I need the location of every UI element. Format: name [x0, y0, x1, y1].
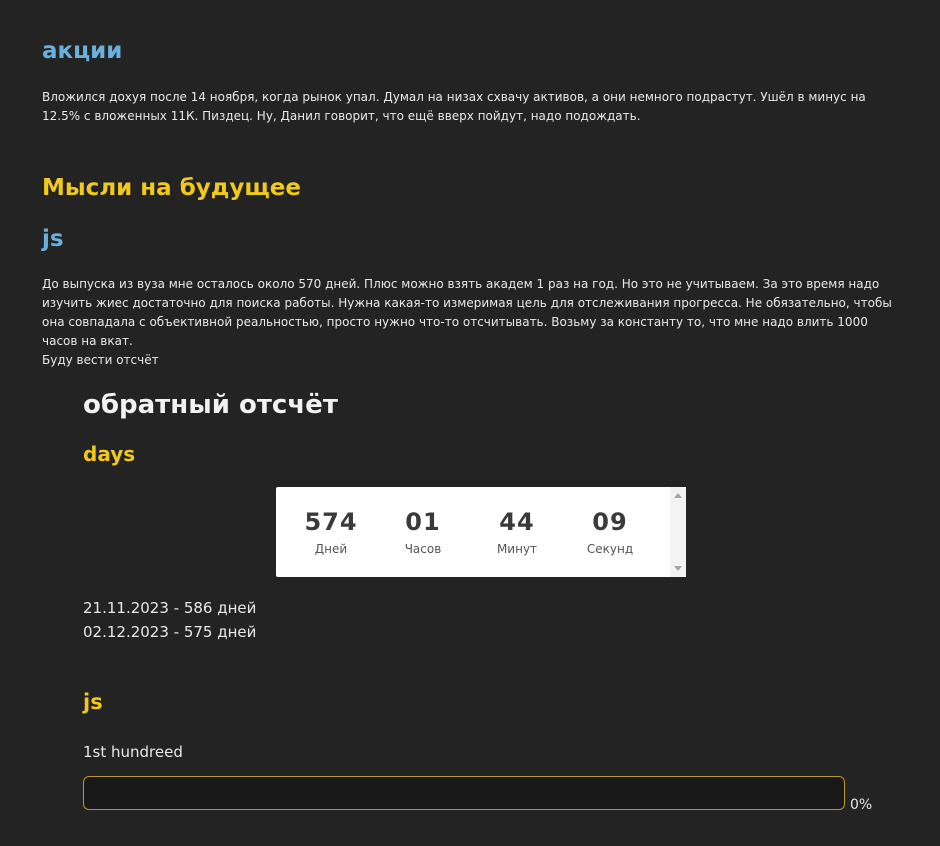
countdown-seconds: 09 Секунд — [565, 507, 655, 556]
countdown-days-value: 574 — [304, 508, 358, 536]
countdown-days-label: Дней — [314, 542, 348, 556]
progress-heading: js — [83, 690, 103, 714]
countdown-hours-label: Часов — [404, 542, 442, 556]
countdown-seconds-value: 09 — [592, 508, 628, 536]
countdown-minutes: 44 Минут — [472, 507, 562, 556]
scroll-down-arrow-icon[interactable] — [674, 566, 682, 571]
countdown-seconds-label: Секунд — [586, 542, 634, 556]
future-paragraph: До выпуска из вуза мне осталось около 57… — [42, 277, 892, 348]
progress-percent: 0% — [850, 797, 873, 813]
countdown-minutes-label: Минут — [496, 542, 538, 556]
countdown-title: обратный отсчёт — [83, 390, 338, 420]
countdown-hours-value: 01 — [405, 508, 441, 536]
stocks-heading: акции — [42, 38, 123, 64]
stocks-paragraph: Вложился дохуя после 14 ноября, когда ры… — [42, 90, 866, 123]
countdown-minutes-value: 44 — [499, 508, 535, 536]
countdown-log-entry: 21.11.2023 - 586 дней — [83, 599, 257, 617]
countdown-subtitle: days — [83, 442, 136, 466]
progress-label: 1st hundreed — [83, 743, 183, 761]
countdown-days: 574 Дней — [286, 507, 376, 556]
js-heading: js — [42, 226, 64, 252]
scroll-up-arrow-icon[interactable] — [674, 493, 682, 498]
countdown-widget: 574 Дней 01 Часов 44 Минут 09 Секунд — [276, 487, 686, 577]
note-page: акции Вложился дохуя после 14 ноября, ко… — [0, 0, 940, 846]
countdown-note: Буду вести отсчёт — [42, 353, 159, 367]
countdown-log-entry: 02.12.2023 - 575 дней — [83, 623, 257, 641]
future-heading: Мысли на будущее — [42, 175, 301, 201]
countdown-hours: 01 Часов — [378, 507, 468, 556]
progress-bar — [83, 776, 845, 810]
widget-scrollbar[interactable] — [670, 487, 686, 577]
